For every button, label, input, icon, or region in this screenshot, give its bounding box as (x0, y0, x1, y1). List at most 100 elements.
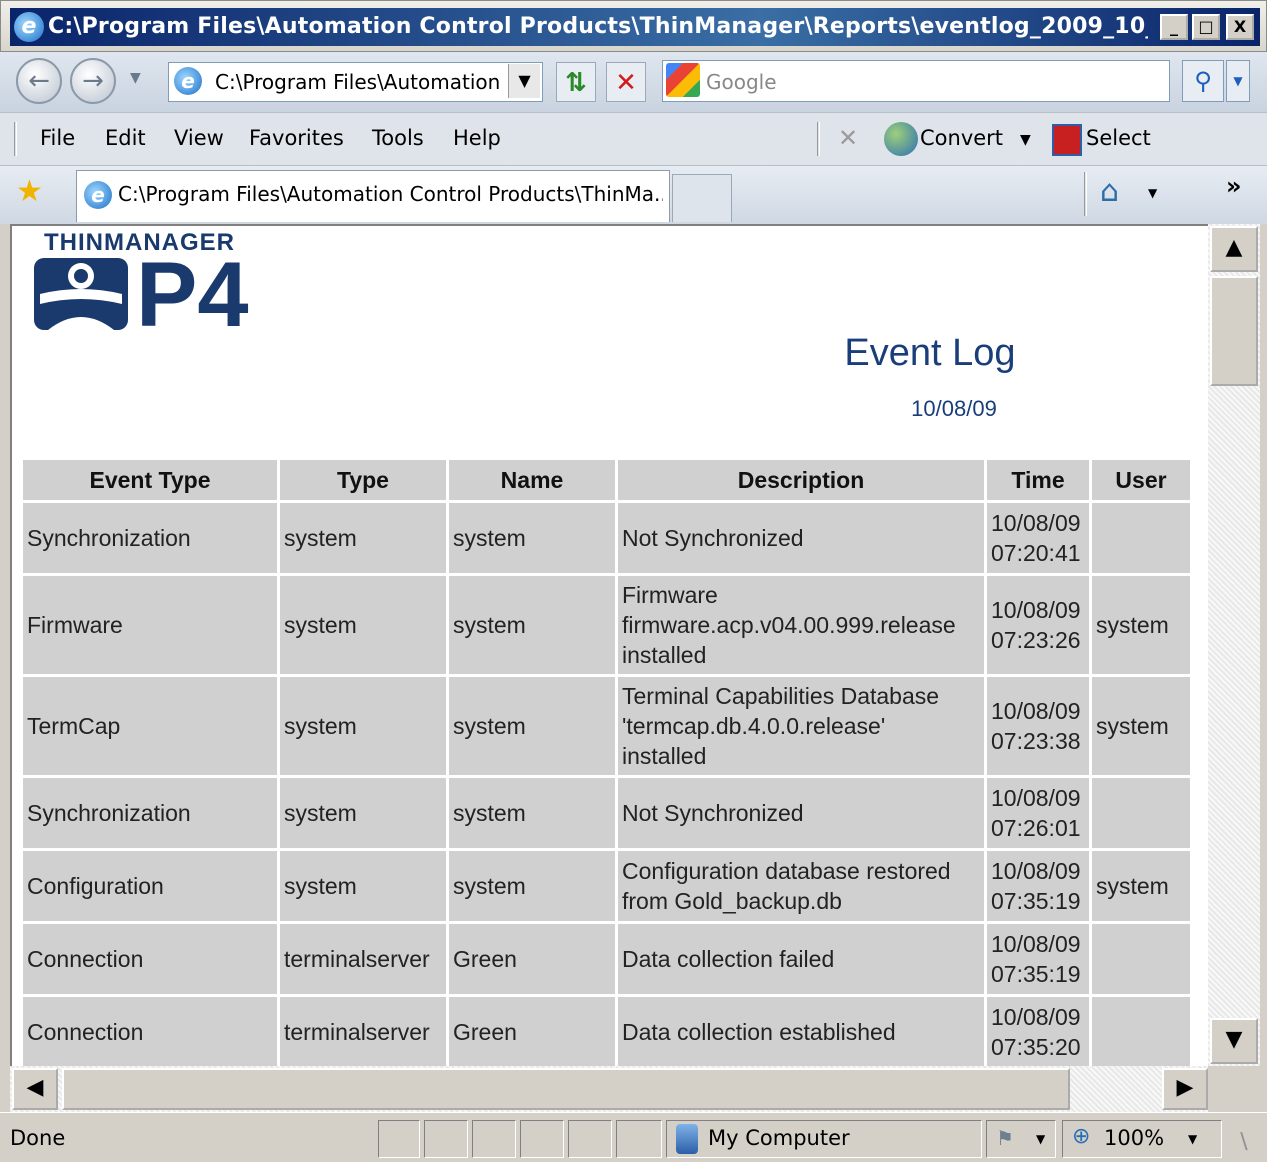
cell-line: Configuration database restored (622, 858, 951, 884)
tab-page-icon: e (84, 181, 112, 209)
cell-name: Green (449, 997, 615, 1067)
cell-name: system (449, 677, 615, 775)
cell-time: 10/08/09 07:35:19 (987, 924, 1089, 994)
logo-brand: THINMANAGER (44, 229, 235, 256)
select-icon (1052, 124, 1082, 156)
cell-type: system (280, 677, 446, 775)
cell-description: Not Synchronized (618, 503, 984, 573)
menu-favorites[interactable]: Favorites (249, 126, 344, 150)
menu-file[interactable]: File (40, 126, 75, 150)
cell-name: Green (449, 924, 615, 994)
table-row: TermCap system system Terminal Capabilities… (23, 677, 1190, 775)
search-options-icon[interactable]: ▼ (1226, 60, 1250, 102)
convert-dropdown-icon[interactable]: ▼ (1020, 132, 1031, 148)
back-icon[interactable]: ← (16, 58, 62, 104)
table-row: Connection terminalserver Green Data collec… (23, 997, 1190, 1067)
cell-time: 10/08/09 07:26:01 (987, 778, 1089, 848)
cell-line: installed (622, 743, 707, 769)
vertical-scroll-thumb[interactable] (1210, 276, 1258, 386)
window-title: C:\Program Files\Automation Control Prod… (48, 14, 1148, 39)
cell-event-type: Synchronization (23, 503, 277, 573)
refresh-icon[interactable]: ⇅ (556, 62, 596, 102)
lock-dropdown-icon[interactable]: ▼ (1036, 1132, 1045, 1146)
cell-line: Not Synchronized (622, 525, 804, 551)
menu-help[interactable]: Help (453, 126, 501, 150)
scroll-left-icon[interactable]: ◀ (12, 1068, 58, 1110)
cell-type: system (280, 778, 446, 848)
address-url[interactable]: C:\Program Files\Automation ( (215, 70, 515, 94)
tab-separator (1084, 172, 1087, 216)
stop-icon[interactable]: ✕ (606, 62, 646, 102)
status-panel (568, 1120, 612, 1158)
cell-type: system (280, 576, 446, 674)
menu-view[interactable]: View (174, 126, 224, 150)
search-placeholder[interactable]: Google (706, 70, 777, 94)
cell-event-type: TermCap (23, 677, 277, 775)
report-date: 10/08/09 (911, 396, 997, 421)
cell-line: 10/08/09 (991, 510, 1081, 536)
horizontal-scroll-thumb[interactable] (62, 1068, 1070, 1110)
close-button[interactable]: X (1226, 14, 1254, 40)
cell-line: 07:35:20 (991, 1034, 1081, 1060)
search-icon[interactable]: ⚲ (1182, 60, 1224, 102)
new-tab-button[interactable] (672, 174, 732, 222)
cell-line: 10/08/09 (991, 698, 1081, 724)
cell-name: system (449, 503, 615, 573)
scroll-down-icon[interactable]: ▼ (1210, 1018, 1258, 1064)
cell-description: Not Synchronized (618, 778, 984, 848)
status-text: Done (10, 1126, 66, 1150)
home-icon[interactable]: ⌂ (1100, 174, 1119, 209)
chevron-more-icon[interactable]: » (1226, 172, 1242, 200)
scroll-up-icon[interactable]: ▲ (1210, 226, 1258, 272)
cell-user (1092, 778, 1190, 848)
maximize-button[interactable]: □ (1192, 14, 1220, 40)
home-dropdown-icon[interactable]: ▼ (1148, 186, 1157, 200)
resize-grip-icon[interactable]: ∖ (1236, 1130, 1250, 1155)
menu-tools[interactable]: Tools (372, 126, 424, 150)
col-event-type: Event Type (23, 460, 277, 500)
toolbar-separator (817, 122, 820, 156)
cell-event-type: Configuration (23, 851, 277, 921)
forward-icon[interactable]: → (70, 58, 116, 104)
cell-user: system (1092, 851, 1190, 921)
cell-line: 07:20:41 (991, 540, 1081, 566)
minimize-button[interactable]: _ (1160, 14, 1188, 40)
page-title: Event Log (844, 332, 1016, 374)
cell-line: 10/08/09 (991, 1004, 1081, 1030)
cell-time: 10/08/09 07:35:20 (987, 997, 1089, 1067)
table-row: Firmware system system Firmware firmware.acp… (23, 576, 1190, 674)
convert-button[interactable]: Convert (920, 126, 1003, 150)
zoom-level[interactable]: 100% (1104, 1126, 1164, 1150)
scroll-right-icon[interactable]: ▶ (1162, 1068, 1208, 1110)
cell-line: firmware.acp.v04.00.999.release (622, 612, 956, 638)
cell-user (1092, 997, 1190, 1067)
cell-user (1092, 503, 1190, 573)
zoom-icon[interactable]: ⊕ (1072, 1124, 1090, 1149)
col-name: Name (449, 460, 615, 500)
security-zone[interactable]: My Computer (708, 1126, 850, 1150)
close-toolbar-icon[interactable]: ✕ (838, 124, 858, 152)
col-time: Time (987, 460, 1089, 500)
menu-edit[interactable]: Edit (105, 126, 146, 150)
menu-grip[interactable] (14, 122, 17, 156)
thinmanager-logo: P4 (34, 254, 249, 334)
cell-type: terminalserver (280, 997, 446, 1067)
lock-icon[interactable]: ⚑ (996, 1126, 1014, 1150)
cell-description: Firmware firmware.acp.v04.00.999.release i… (618, 576, 984, 674)
col-type: Type (280, 460, 446, 500)
status-panel (378, 1120, 420, 1158)
zoom-dropdown-icon[interactable]: ▼ (1188, 1132, 1197, 1146)
address-dropdown-icon[interactable]: ▼ (508, 64, 540, 98)
history-dropdown-icon[interactable]: ▼ (130, 70, 141, 86)
table-row: Synchronization system system Not Synchroni… (23, 778, 1190, 848)
cell-line: 07:26:01 (991, 815, 1081, 841)
cell-description: Terminal Capabilities Database 'termcap.d… (618, 677, 984, 775)
computer-icon (676, 1124, 698, 1154)
cell-name: system (449, 778, 615, 848)
select-button[interactable]: Select (1086, 126, 1151, 150)
favorites-star-icon[interactable]: ★ (16, 174, 43, 209)
tab-label[interactable]: C:\Program Files\Automation Control Prod… (118, 182, 663, 206)
cell-line: 07:35:19 (991, 961, 1081, 987)
cell-event-type: Connection (23, 924, 277, 994)
cell-line: 'termcap.db.4.0.0.release' (622, 713, 886, 739)
